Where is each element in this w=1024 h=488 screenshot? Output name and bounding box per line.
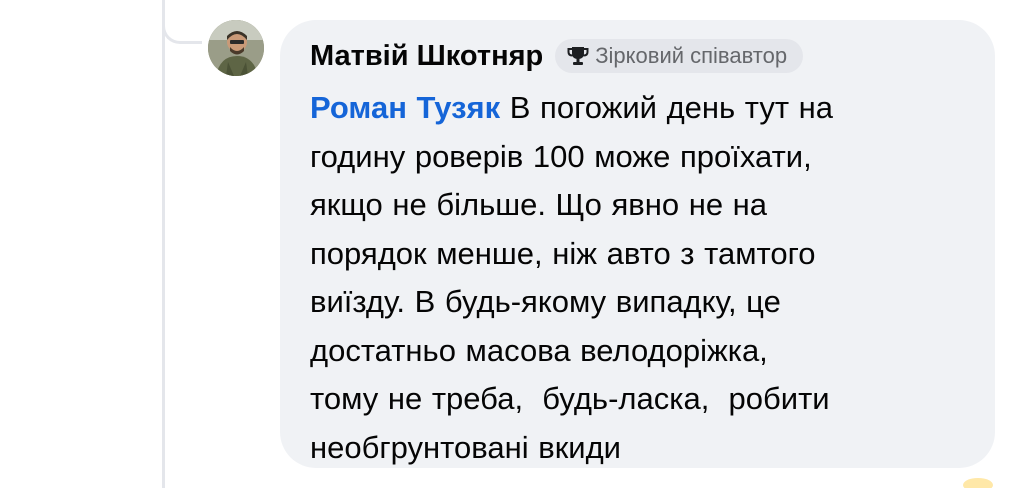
comment-thread: Матвій Шкотняр Зірковий співавтор Роман … [0, 0, 1024, 488]
thread-connector-curve [162, 0, 202, 44]
comment-line: виїзду. В будь-якому випадку, це [310, 284, 781, 319]
thread-connector-line [162, 0, 165, 488]
comment-header: Матвій Шкотняр Зірковий співавтор [310, 38, 965, 74]
avatar[interactable] [208, 20, 264, 76]
comment-line-text: В погожий день тут на [509, 90, 834, 125]
badge-label: Зірковий співавтор [595, 43, 788, 68]
trophy-icon [567, 47, 589, 65]
comment-line: якщо не більше. Що явно не на [310, 187, 768, 222]
mention-link[interactable]: Роман Тузяк [310, 90, 500, 125]
top-contributor-badge[interactable]: Зірковий співавтор [555, 39, 804, 73]
comment-line: тому не треба, будь-ласка, робити [310, 381, 830, 416]
comment-line: необгрунтовані вкиди [310, 429, 621, 465]
avatar-image [208, 20, 264, 76]
comment-text: Роман Тузяк В погожий день тут на годину… [310, 84, 965, 472]
reaction-emoji-partial[interactable] [963, 478, 993, 488]
comment-line: Роман Тузяк В погожий день тут на [310, 84, 965, 133]
comment-line: достатньо масова велодоріжка, [310, 332, 768, 368]
comment-line: годину роверів 100 може проїхати, [310, 138, 812, 174]
comment-line: порядок менше, ніж авто з тамтого [310, 235, 816, 271]
author-name[interactable]: Матвій Шкотняр [310, 40, 543, 73]
comment-bubble: Матвій Шкотняр Зірковий співавтор Роман … [280, 20, 995, 468]
